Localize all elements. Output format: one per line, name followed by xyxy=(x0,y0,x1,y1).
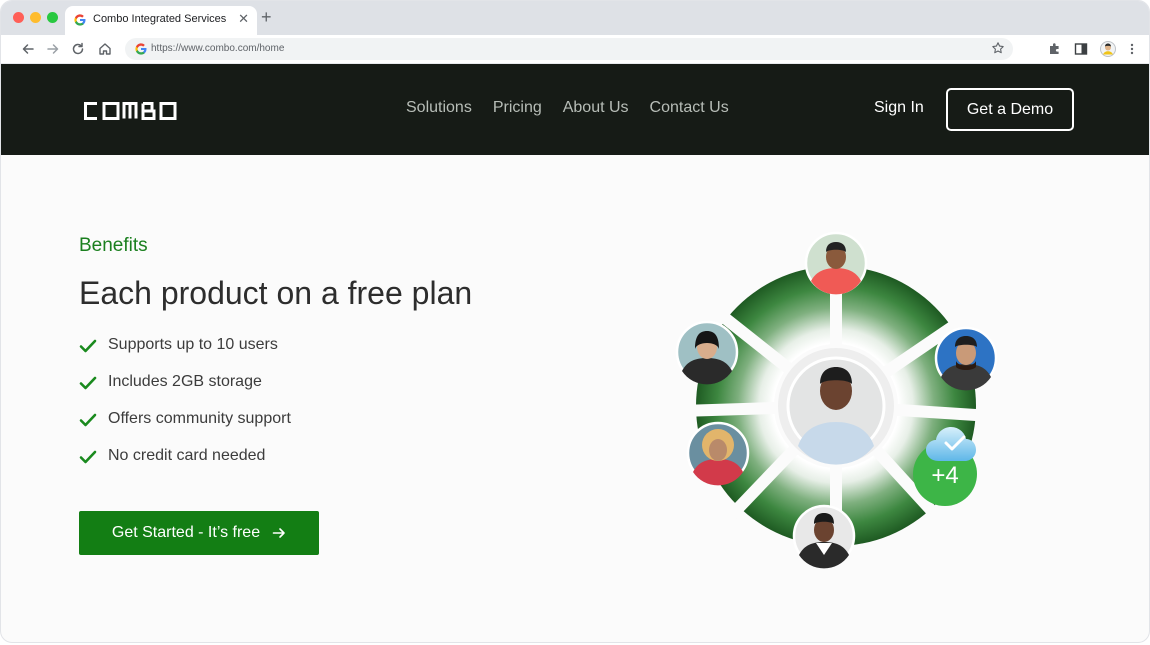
person-avatar-left xyxy=(675,320,739,385)
get-started-label: Get Started - It’s free xyxy=(111,524,261,541)
reload-icon[interactable] xyxy=(70,41,86,57)
browser-tab-active[interactable]: Combo Integrated Services ✕ xyxy=(65,6,257,35)
checkmark-icon xyxy=(79,450,97,464)
person-avatar-right xyxy=(934,326,998,391)
google-icon xyxy=(135,43,147,55)
team-wheel-illustration: +4 xyxy=(675,231,998,569)
close-tab-icon[interactable]: ✕ xyxy=(238,11,249,27)
sign-in-link[interactable]: Sign In xyxy=(874,99,924,117)
extensions-puzzle-icon[interactable] xyxy=(1047,41,1063,57)
arrow-right-icon xyxy=(272,528,285,538)
side-panel-icon[interactable] xyxy=(1073,41,1089,57)
profile-avatar-icon[interactable] xyxy=(1100,41,1116,57)
nav-about-us[interactable]: About Us xyxy=(563,99,629,117)
benefit-item: Includes 2GB storage xyxy=(79,373,291,410)
nav-pricing[interactable]: Pricing xyxy=(493,99,542,117)
url-text: https://www.combo.com/home xyxy=(151,43,285,54)
person-avatar-bottom xyxy=(792,504,856,569)
get-started-button[interactable]: Get Started - It’s free xyxy=(79,511,319,555)
benefit-text: Offers community support xyxy=(108,410,291,427)
main-nav: Solutions Pricing About Us Contact Us xyxy=(406,99,750,117)
back-arrow-icon[interactable] xyxy=(20,41,36,57)
bookmark-star-icon[interactable] xyxy=(991,41,1005,55)
section-eyebrow: Benefits xyxy=(79,235,148,256)
site-header: Solutions Pricing About Us Contact Us Si… xyxy=(1,64,1149,155)
benefit-item: No credit card needed xyxy=(79,447,291,484)
benefit-text: No credit card needed xyxy=(108,447,266,464)
address-bar[interactable]: https://www.combo.com/home xyxy=(125,38,1013,60)
checkmark-icon xyxy=(79,413,97,427)
maximize-window-button[interactable] xyxy=(47,12,58,23)
forward-arrow-icon[interactable] xyxy=(45,41,61,57)
benefit-item: Supports up to 10 users xyxy=(79,336,291,373)
browser-toolbar: https://www.combo.com/home xyxy=(1,35,1149,64)
hero-headline: Each product on a free plan xyxy=(79,275,473,311)
checkmark-icon xyxy=(79,376,97,390)
benefit-text: Includes 2GB storage xyxy=(108,373,262,390)
close-window-button[interactable] xyxy=(13,12,24,23)
tab-strip: Combo Integrated Services ✕ + xyxy=(1,1,1149,35)
new-tab-icon[interactable]: + xyxy=(261,7,272,27)
home-icon[interactable] xyxy=(97,41,113,57)
person-avatar-lower-left xyxy=(686,421,750,486)
more-menu-icon[interactable] xyxy=(1124,41,1140,57)
nav-contact-us[interactable]: Contact Us xyxy=(650,99,729,117)
center-person-avatar xyxy=(786,356,886,465)
browser-window: Combo Integrated Services ✕ + https://ww… xyxy=(0,0,1150,643)
minimize-window-button[interactable] xyxy=(30,12,41,23)
checkmark-icon xyxy=(79,339,97,353)
nav-solutions[interactable]: Solutions xyxy=(406,99,472,117)
google-icon xyxy=(74,14,86,26)
benefit-text: Supports up to 10 users xyxy=(108,336,278,353)
get-a-demo-button[interactable]: Get a Demo xyxy=(946,88,1074,131)
benefits-list: Supports up to 10 users Includes 2GB sto… xyxy=(79,336,291,484)
person-avatar-top xyxy=(804,231,868,295)
combo-logo[interactable] xyxy=(80,96,200,124)
tab-title: Combo Integrated Services xyxy=(93,13,227,25)
extra-users-count: +4 xyxy=(931,462,958,489)
benefit-item: Offers community support xyxy=(79,410,291,447)
